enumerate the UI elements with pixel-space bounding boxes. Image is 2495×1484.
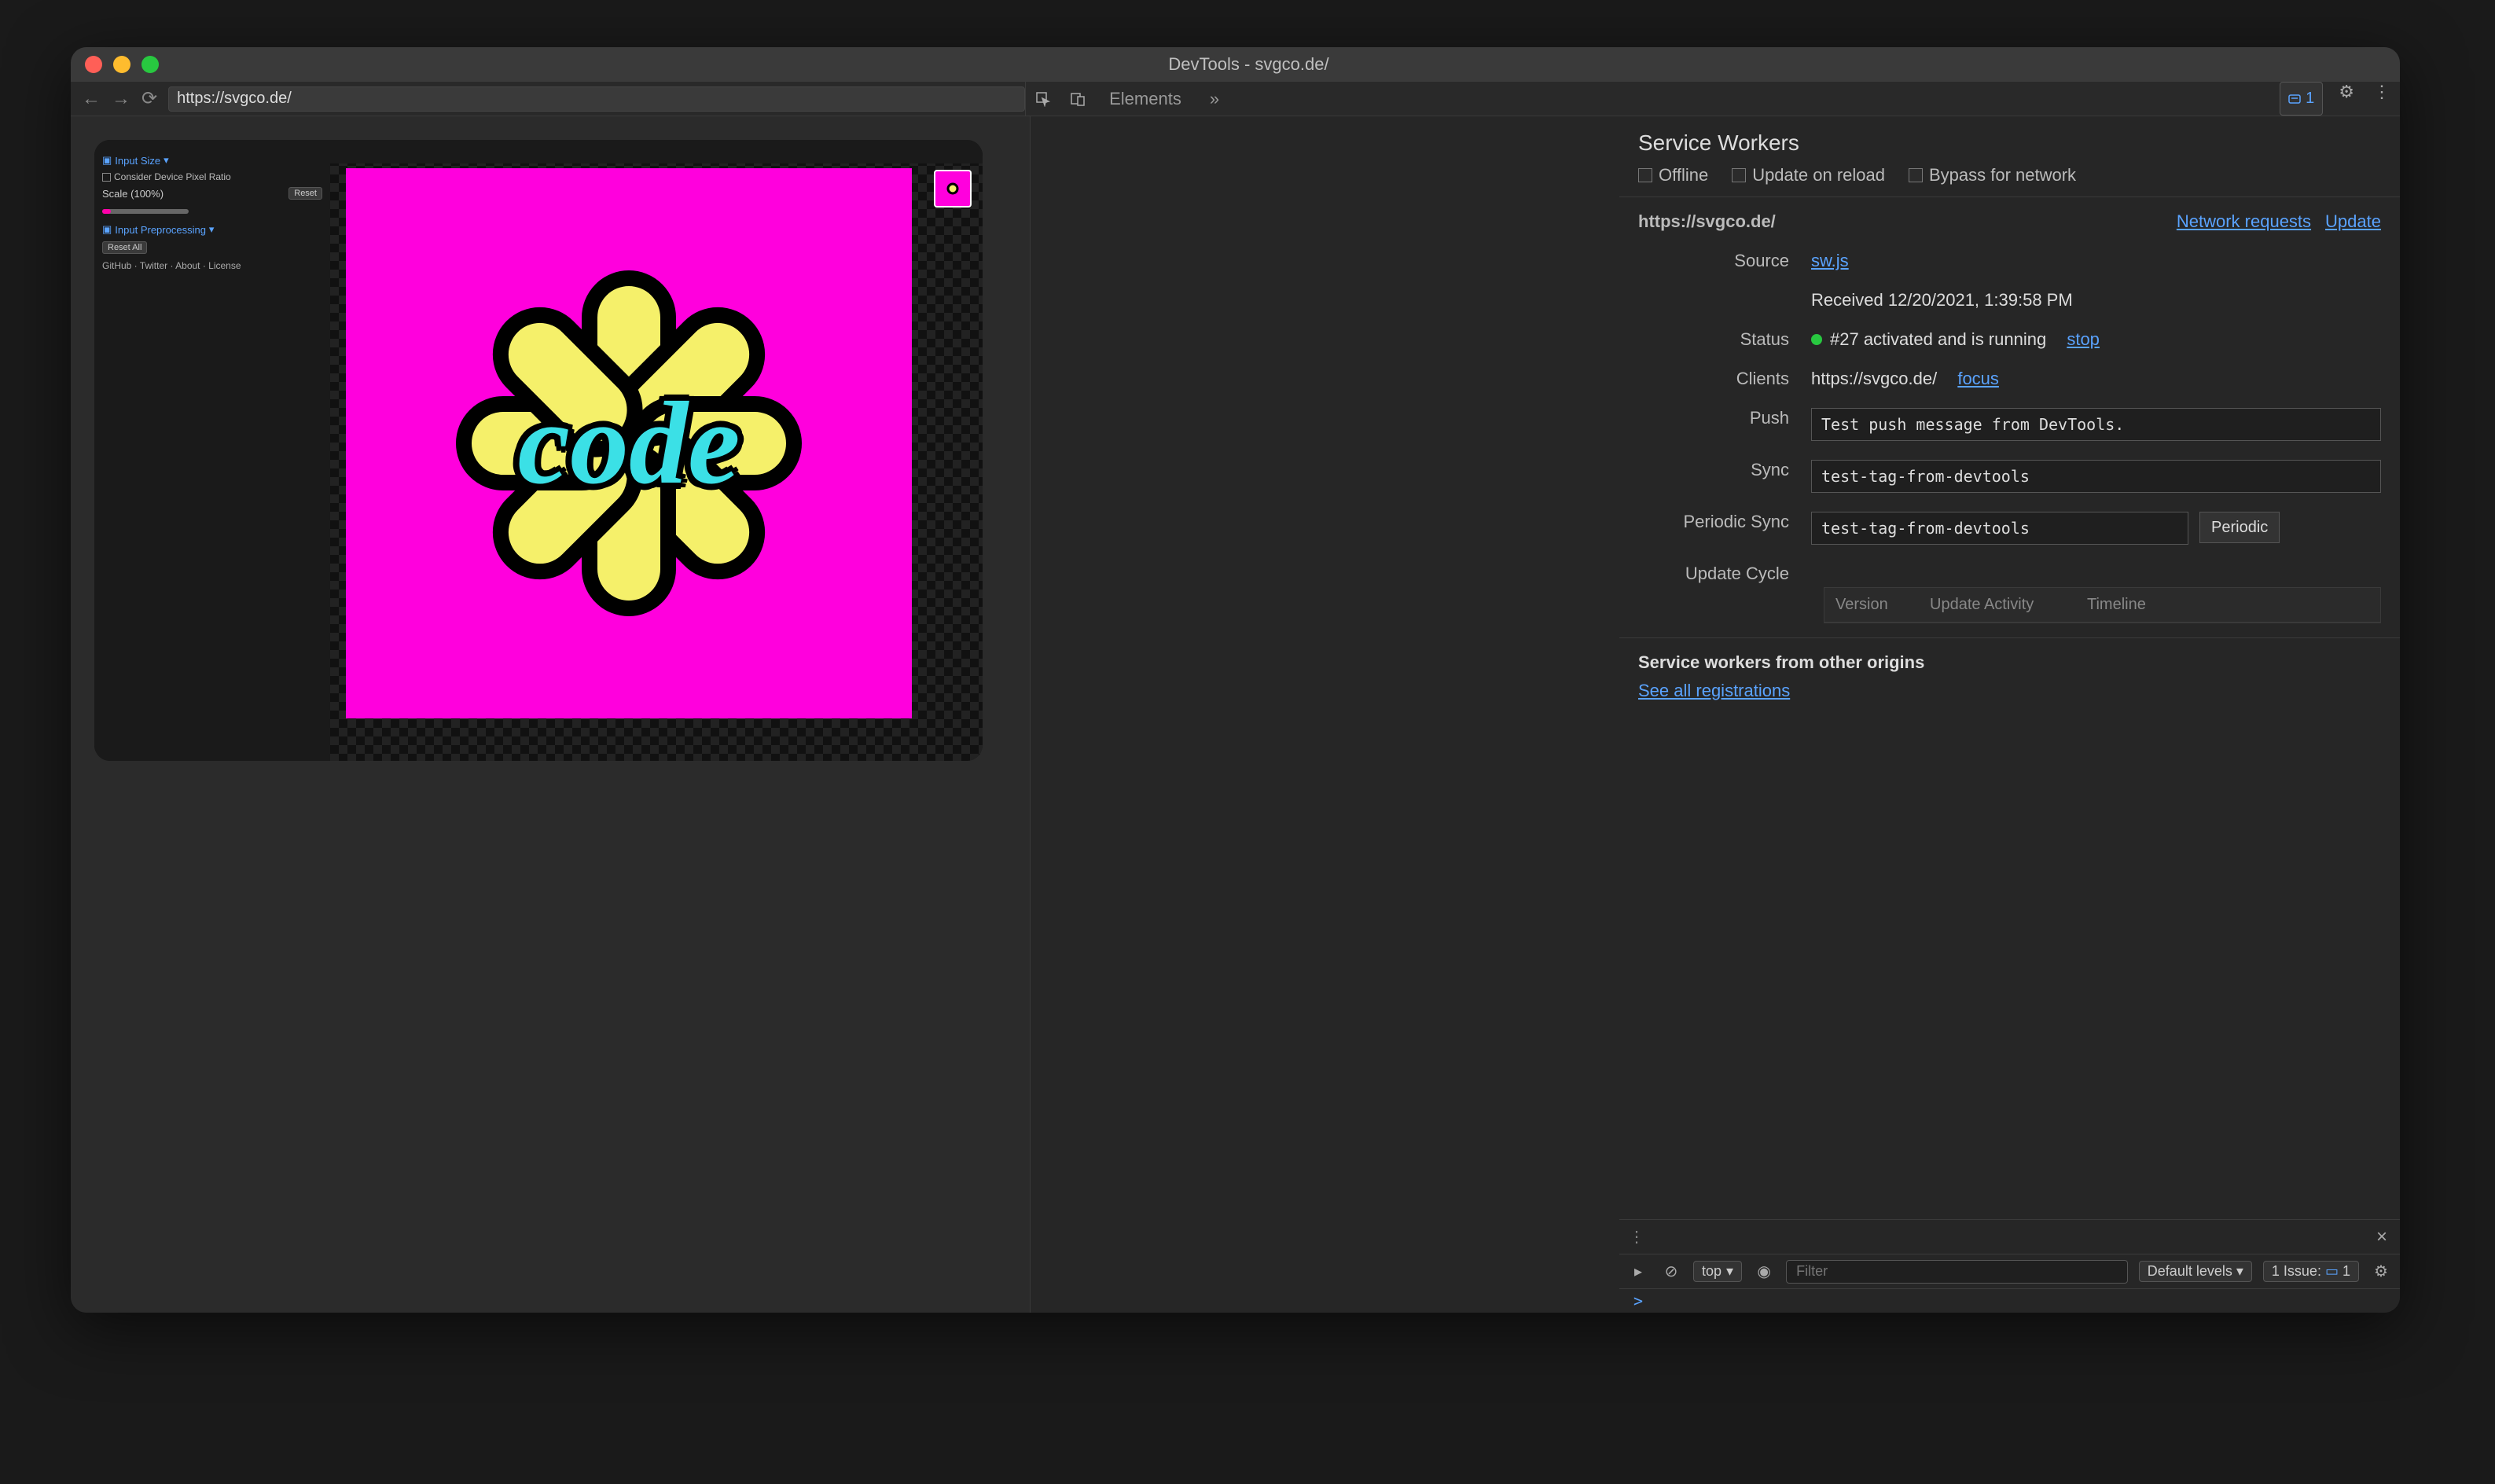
periodic-sync-label: Periodic Sync [1638, 512, 1811, 545]
bypass-network-checkbox[interactable]: Bypass for network [1909, 165, 2076, 186]
pixel-ratio-label: Consider Device Pixel Ratio [114, 171, 231, 182]
drawer-close-button[interactable]: × [2364, 1226, 2400, 1248]
received-text: Received 12/20/2021, 1:39:58 PM [1811, 290, 2381, 310]
issues-badge[interactable]: 1 [2280, 82, 2323, 116]
browser-toolbar: ← → ⟳ https://svgco.de/ Elements » 1 ⚙ ⋮ [71, 82, 2400, 116]
traffic-lights [85, 56, 159, 73]
art-text: code [517, 376, 740, 511]
inspect-element-icon[interactable] [1026, 82, 1060, 116]
update-cycle-label: Update Cycle [1638, 564, 1811, 584]
drawer: ⋮ × ▸ ⊘ top ▾ ◉ Default levels ▾ 1 Issue… [1619, 1219, 2400, 1313]
drawer-menu-icon[interactable]: ⋮ [1619, 1227, 1654, 1247]
flower-artwork: code [448, 263, 810, 624]
status-text: #27 activated and is running [1830, 329, 2046, 350]
periodic-sync-input[interactable] [1811, 512, 2188, 545]
console-issues-badge[interactable]: 1 Issue: ▭ 1 [2263, 1261, 2359, 1282]
service-workers-panel: Service Workers Offline Update on reload… [1619, 116, 2400, 1313]
other-origins-heading: Service workers from other origins [1638, 652, 1924, 672]
devtools-window: DevTools - svgco.de/ ← → ⟳ https://svgco… [71, 47, 2400, 1313]
console-sidebar-toggle-icon[interactable]: ▸ [1627, 1262, 1649, 1281]
clear-console-icon[interactable]: ⊘ [1660, 1262, 1682, 1281]
log-levels-selector[interactable]: Default levels ▾ [2139, 1261, 2252, 1282]
sw-origin: https://svgco.de/ [1638, 211, 1776, 232]
zoom-window-button[interactable] [141, 56, 159, 73]
url-bar[interactable]: https://svgco.de/ [168, 86, 1025, 112]
scale-label: Scale (100%) [102, 188, 284, 200]
minimize-window-button[interactable] [113, 56, 130, 73]
issues-count: 1 [2306, 90, 2314, 108]
clients-value: https://svgco.de/ [1811, 369, 1937, 389]
inspected-page: ▣ Input Size ▾ Consider Device Pixel Rat… [71, 116, 1030, 1313]
window-title: DevTools - svgco.de/ [159, 54, 2339, 75]
source-link[interactable]: sw.js [1811, 251, 1849, 271]
execution-context-selector[interactable]: top ▾ [1693, 1261, 1742, 1282]
console-prompt[interactable]: > [1619, 1289, 2400, 1313]
tab-elements[interactable]: Elements [1095, 82, 1196, 116]
push-label: Push [1638, 408, 1811, 441]
more-tabs-button[interactable]: » [1196, 82, 1233, 116]
clients-label: Clients [1638, 369, 1811, 389]
device-toggle-icon[interactable] [1060, 82, 1095, 116]
reload-button[interactable]: ⟳ [141, 87, 157, 110]
see-all-registrations-link[interactable]: See all registrations [1638, 681, 2381, 701]
offline-checkbox[interactable]: Offline [1638, 165, 1708, 186]
status-dot-icon [1811, 334, 1822, 345]
close-window-button[interactable] [85, 56, 102, 73]
update-link[interactable]: Update [2325, 211, 2381, 232]
svgcode-footer-links[interactable]: GitHub · Twitter · About · License [102, 260, 322, 271]
forward-button[interactable]: → [112, 88, 130, 110]
source-label: Source [1638, 251, 1811, 271]
application-sidebar [1030, 116, 1619, 1313]
svgcode-app: ▣ Input Size ▾ Consider Device Pixel Rat… [94, 140, 983, 761]
pixel-ratio-checkbox[interactable] [102, 173, 111, 182]
sync-label: Sync [1638, 460, 1811, 493]
sw-heading: Service Workers [1619, 116, 2400, 163]
input-size-section[interactable]: ▣ Input Size ▾ [102, 154, 322, 167]
reset-button[interactable]: Reset [288, 187, 322, 200]
network-requests-link[interactable]: Network requests [2177, 211, 2311, 232]
svgcode-canvas: code [330, 140, 983, 761]
status-label: Status [1638, 329, 1811, 350]
console-settings-icon[interactable]: ⚙ [2370, 1262, 2392, 1281]
preprocessing-section[interactable]: ▣ Input Preprocessing ▾ [102, 223, 322, 236]
console-filter-input[interactable] [1786, 1260, 2128, 1284]
push-input[interactable] [1811, 408, 2381, 441]
titlebar: DevTools - svgco.de/ [71, 47, 2400, 82]
settings-gear-icon[interactable]: ⚙ [2339, 82, 2354, 116]
update-on-reload-checkbox[interactable]: Update on reload [1732, 165, 1885, 186]
periodic-sync-button[interactable]: Periodic [2199, 512, 2280, 543]
sync-input[interactable] [1811, 460, 2381, 493]
kebab-menu-icon[interactable]: ⋮ [2373, 82, 2390, 116]
stop-link[interactable]: stop [2067, 329, 2100, 350]
update-cycle-table: VersionUpdate ActivityTimeline [1824, 587, 2381, 623]
devtools-tabs: Elements » 1 ⚙ ⋮ [1025, 82, 2400, 116]
svgcode-sidebar: ▣ Input Size ▾ Consider Device Pixel Rat… [94, 140, 330, 761]
back-button[interactable]: ← [82, 88, 101, 110]
reset-all-button[interactable]: Reset All [102, 241, 147, 254]
live-expression-icon[interactable]: ◉ [1753, 1262, 1775, 1281]
svgcode-logo-chip [934, 170, 972, 208]
scale-slider[interactable] [102, 209, 189, 214]
svgcode-toolbar [330, 140, 983, 163]
focus-link[interactable]: focus [1957, 369, 1999, 389]
